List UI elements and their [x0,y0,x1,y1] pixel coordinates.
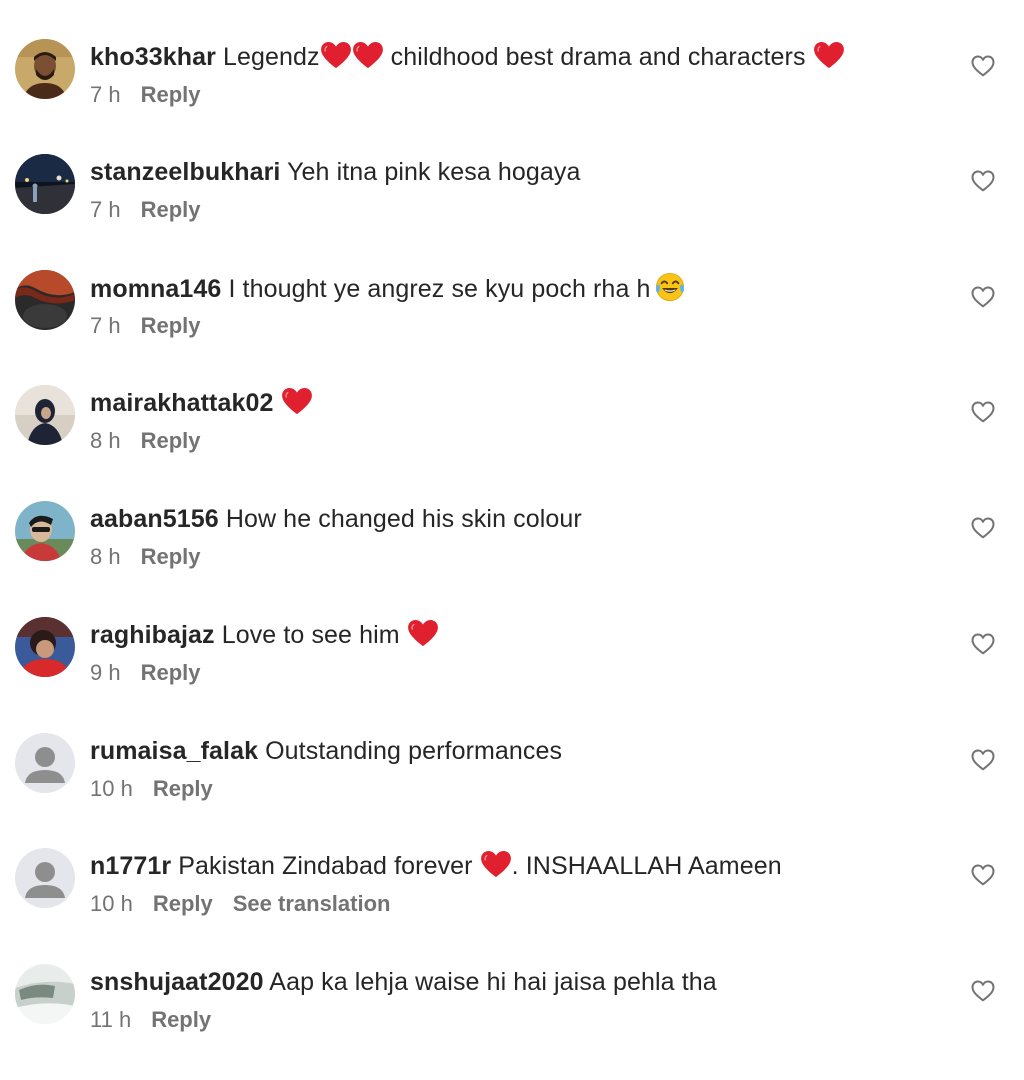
comment-item: raghibajaz Love to see him 9 h Reply [0,617,1024,733]
comment-item: rumaisa_falak Outstanding performances 10… [0,733,1024,849]
comment-item: mairakhattak02 8 h Reply [0,385,1024,501]
comment-timestamp: 8 h [90,428,121,453]
heart-outline-icon[interactable] [971,401,995,423]
comment-item: momna146 I thought ye angrez se kyu poch… [0,270,1024,386]
reply-button[interactable]: Reply [141,197,201,222]
red-heart-emoji [320,42,351,69]
heart-outline-icon[interactable] [971,749,995,771]
comment-body-text: Aap ka lehja waise hi hai jaisa pehla th… [269,968,717,996]
comment-text: mairakhattak02 [90,387,934,419]
comment-meta: 8 h Reply [90,543,221,571]
comment-text: snshujaat2020 Aap ka lehja waise hi hai … [90,966,934,998]
comment-timestamp: 8 h [90,544,121,569]
red-heart-emoji [352,42,383,69]
comment-timestamp: 10 h [90,891,133,916]
reply-button[interactable]: Reply [141,428,201,453]
comment-body: Outstanding performances [265,737,562,765]
reply-button[interactable]: Reply [141,82,201,107]
comment-body-text: Legendz [223,43,320,71]
avatar[interactable] [15,964,75,1024]
tears-of-joy-emoji [655,272,684,302]
comment-meta: 10 h Reply [90,775,233,803]
comment-body: How he changed his skin colour [226,505,582,533]
reply-button[interactable]: Reply [141,313,201,338]
red-heart-emoji [407,620,438,647]
comment-username[interactable]: n1771r [90,852,171,880]
comment-body: Pakistan Zindabad forever . INSHAALLAH A… [178,851,782,880]
comment-body-text: Pakistan Zindabad forever [178,852,480,880]
heart-outline-icon[interactable] [971,55,995,77]
avatar[interactable] [15,385,75,445]
heart-outline-icon[interactable] [971,980,995,1002]
red-heart-emoji [813,42,844,69]
avatar[interactable] [15,270,75,330]
reply-button[interactable]: Reply [141,544,201,569]
comment-username[interactable]: mairakhattak02 [90,389,273,417]
comment-username[interactable]: kho33khar [90,43,216,71]
see-translation-button[interactable]: See translation [233,891,391,916]
comment-timestamp: 7 h [90,197,121,222]
comment-body-text: Yeh itna pink kesa hogaya [287,158,581,186]
avatar[interactable] [15,733,75,793]
comment-username[interactable]: aaban5156 [90,505,219,533]
comment-text: aaban5156 How he changed his skin colour [90,503,934,535]
comment-meta: 10 h Reply See translation [90,890,410,918]
comment-item: stanzeelbukhari Yeh itna pink kesa hogay… [0,154,1024,270]
comment-timestamp: 7 h [90,82,121,107]
comment-body-text: How he changed his skin colour [225,505,582,533]
comment-body: Aap ka lehja waise hi hai jaisa pehla th… [269,968,716,996]
heart-outline-icon[interactable] [971,170,995,192]
comment-body: Love to see him [221,620,439,649]
avatar[interactable] [15,501,75,561]
comment-username[interactable]: snshujaat2020 [90,968,264,996]
reply-button[interactable]: Reply [151,1007,211,1032]
comment-timestamp: 7 h [90,313,121,338]
comment-meta: 7 h Reply [90,312,221,340]
avatar[interactable] [15,154,75,214]
comment-text: raghibajaz Love to see him [90,619,934,651]
comment-timestamp: 10 h [90,776,133,801]
comment-text: rumaisa_falak Outstanding performances [90,735,934,767]
comment-body-text: I thought ye angrez se kyu poch rha h [228,275,651,303]
comment-body [281,388,313,417]
comment-body: Yeh itna pink kesa hogaya [287,158,580,186]
reply-button[interactable]: Reply [153,776,213,801]
comment-text: momna146 I thought ye angrez se kyu poch… [90,272,934,305]
comment-username[interactable]: rumaisa_falak [90,737,258,765]
heart-outline-icon[interactable] [971,286,995,308]
comment-body-text: Outstanding performances [265,737,563,765]
comment-text: n1771r Pakistan Zindabad forever . INSHA… [90,850,934,882]
comment-item: aaban5156 How he changed his skin colour… [0,501,1024,617]
comment-body-text: childhood best drama and characters [383,43,813,71]
comment-item: n1771r Pakistan Zindabad forever . INSHA… [0,848,1024,964]
comment-timestamp: 11 h [90,1007,132,1032]
comment-item: kho33khar Legendz childhood best drama a… [0,39,1024,155]
heart-outline-icon[interactable] [971,517,995,539]
avatar[interactable] [15,848,75,908]
comment-username[interactable]: momna146 [90,275,221,303]
avatar[interactable] [15,617,75,677]
red-heart-emoji [480,851,511,878]
reply-button[interactable]: Reply [153,891,213,916]
comment-body-text: Love to see him [221,621,407,649]
comment-meta: 8 h Reply [90,427,221,455]
comment-body: Legendz childhood best drama and charact… [223,42,845,71]
comment-meta: 11 h Reply [90,1006,231,1034]
comment-username[interactable]: stanzeelbukhari [90,158,280,186]
heart-outline-icon[interactable] [971,633,995,655]
avatar[interactable] [15,39,75,99]
comment-body: I thought ye angrez se kyu poch rha h [228,272,684,303]
red-heart-emoji [281,388,312,415]
comment-username[interactable]: raghibajaz [90,621,215,649]
comment-text: stanzeelbukhari Yeh itna pink kesa hogay… [90,156,934,188]
comment-meta: 7 h Reply [90,196,221,224]
comment-meta: 7 h Reply [90,81,221,109]
comment-body-text: . INSHAALLAH Aameen [511,852,782,880]
comment-timestamp: 9 h [90,660,121,685]
heart-outline-icon[interactable] [971,864,995,886]
reply-button[interactable]: Reply [141,660,201,685]
comment-text: kho33khar Legendz childhood best drama a… [90,41,934,73]
comment-item: snshujaat2020 Aap ka lehja waise hi hai … [0,964,1024,1080]
comment-meta: 9 h Reply [90,659,221,687]
